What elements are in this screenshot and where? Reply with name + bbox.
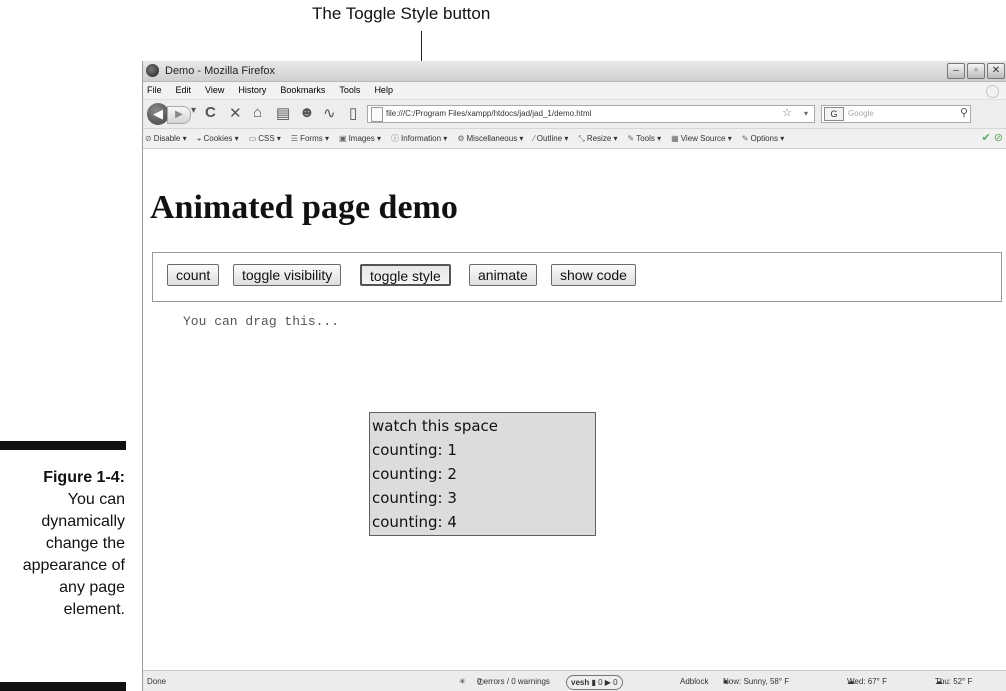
address-bar[interactable]: file:///C:/Program Files/xampp/htdocs/ja… [367,105,815,123]
devbar-css[interactable]: ▭ CSS ▾ [249,129,281,148]
count-button[interactable]: count [167,264,220,286]
options-icon: ✎ [741,134,749,143]
menu-help[interactable]: Help [374,82,393,99]
status-bar: Done ✳ ◴ 0 errors / 0 warnings vesh ▮ 0 … [143,670,1006,691]
star-icon[interactable]: ☆ [782,105,792,121]
resize-icon: ⤡ [578,134,585,143]
window-controls: – ▫ ✕ [947,63,1005,79]
css-icon: ▭ [248,134,257,143]
bookmark-page-icon[interactable]: ▤ [276,104,290,122]
browser-window: Demo - Mozilla Firefox – ▫ ✕ File Edit V… [142,61,1006,691]
toggle-style-button[interactable]: toggle style [360,264,451,286]
window-title: Demo - Mozilla Firefox [165,65,276,77]
watch-line: counting: 1 [372,441,457,459]
back-icon[interactable]: ◀ [147,103,169,125]
search-placeholder: Google [848,109,874,118]
watch-line: counting: 3 [372,489,457,507]
devbar-view-source[interactable]: ▦ View Source ▾ [671,129,732,148]
figure-number: Figure 1-4: [43,469,125,486]
animate-button[interactable]: animate [469,264,537,286]
weather-wed: Wed: 67° F ☁ [847,677,887,686]
callout-label: The Toggle Style button [312,4,491,23]
stop-icon[interactable]: ✕ [229,104,242,122]
devbar-images[interactable]: ▣ Images ▾ [339,129,381,148]
forward-icon[interactable]: ▶ [167,106,191,124]
weather-now: ● Now: Sunny, 58° F ☼ [723,671,789,691]
history-dropdown-icon[interactable]: ▾ [191,105,196,116]
outline-icon: ⁄ [533,134,535,143]
url-text: file:///C:/Program Files/xampp/htdocs/ja… [386,109,592,118]
title-bar: Demo - Mozilla Firefox – ▫ ✕ [143,61,1006,82]
watch-box: watch this space counting: 1 counting: 2… [369,412,596,536]
devbar-miscellaneous[interactable]: ⚙ Miscellaneous ▾ [457,129,523,148]
firefox-icon [146,64,159,77]
page-title: Animated page demo [150,189,458,226]
addon-icon[interactable]: ☻ [299,104,315,121]
page-info-icon[interactable]: ▯ [349,104,357,122]
miscellaneous-icon: ⚙ [457,134,465,143]
vesh-status[interactable]: vesh ▮ 0 ▶ 0 [566,675,623,690]
search-engine-icon[interactable]: G [824,107,844,121]
information-icon: ⓘ [391,134,400,143]
tools-icon: ✎ [627,134,635,143]
validation-ok-icon: ✔ ⊘ [981,132,1004,144]
figure-caption-text: You can dynamically change the appearanc… [22,491,125,618]
figure-rule-top [0,441,126,450]
menu-edit[interactable]: Edit [176,82,192,99]
menu-bookmarks[interactable]: Bookmarks [280,82,325,99]
menu-file[interactable]: File [147,82,162,99]
watch-line: watch this space [372,417,499,435]
search-icon[interactable]: ⚲ [960,105,968,121]
devbar-disable[interactable]: ⊘ Disable ▾ [145,129,187,148]
devbar-forms[interactable]: ☰ Forms ▾ [291,129,329,148]
devbar-options[interactable]: ✎ Options ▾ [742,129,785,148]
toggle-visibility-button[interactable]: toggle visibility [233,264,342,286]
view-source-icon: ▦ [671,134,679,143]
addon-status-icon: ✳ [459,677,466,686]
throbber-icon [986,85,999,98]
cookies-icon: ◒ [196,134,202,143]
weather-thu: Thu: 52° F ☁ [935,677,973,686]
devbar-information[interactable]: ⓘ Information ▾ [391,129,447,148]
url-dropdown-icon[interactable]: ▾ [804,106,808,122]
watch-line: counting: 2 [372,465,457,483]
disable-icon: ⊘ [145,134,152,143]
page-icon [371,107,383,122]
home-icon[interactable]: ⌂ [253,104,262,121]
adblock-status[interactable]: Adblock [680,671,708,691]
devbar-cookies[interactable]: ◒ Cookies ▾ [197,129,239,148]
draggable-text[interactable]: You can drag this... [183,314,339,329]
maximize-icon[interactable]: ▫ [967,63,985,79]
close-icon[interactable]: ✕ [987,63,1005,79]
figure-rule-bottom [0,682,126,691]
menu-view[interactable]: View [205,82,224,99]
figure-caption: Figure 1-4: You can dynamically change t… [0,467,125,621]
minimize-icon[interactable]: – [947,63,965,79]
status-text: Done [147,677,167,686]
devbar-tools[interactable]: ✎ Tools ▾ [628,129,662,148]
button-panel: count toggle visibility toggle style ani… [152,252,1002,302]
link-icon[interactable]: ∿ [323,104,336,122]
watch-line: counting: 4 [372,513,457,531]
web-developer-toolbar: ⊘ Disable ▾ ◒ Cookies ▾ ▭ CSS ▾ ☰ Forms ▾ ▣ I… [143,129,1006,149]
menu-bar: File Edit View History Bookmarks Tools H… [143,82,1006,100]
menu-tools[interactable]: Tools [339,82,360,99]
page-content: Animated page demo count toggle visibili… [143,149,1006,666]
forms-icon: ☰ [290,134,299,143]
images-icon: ▣ [339,134,347,143]
reload-icon[interactable]: C [205,104,216,121]
show-code-button[interactable]: show code [551,264,636,286]
search-box[interactable]: G Google ⚲ [821,105,971,123]
menu-history[interactable]: History [238,82,266,99]
navigation-bar: ◀ ▶ ▾ C ✕ ⌂ ▤ ☻ ∿ ▯ file:///C:/Program F… [143,100,1006,129]
devbar-resize[interactable]: ⤡ Resize ▾ [578,129,617,148]
devbar-outline[interactable]: ⁄ Outline ▾ [533,129,568,148]
